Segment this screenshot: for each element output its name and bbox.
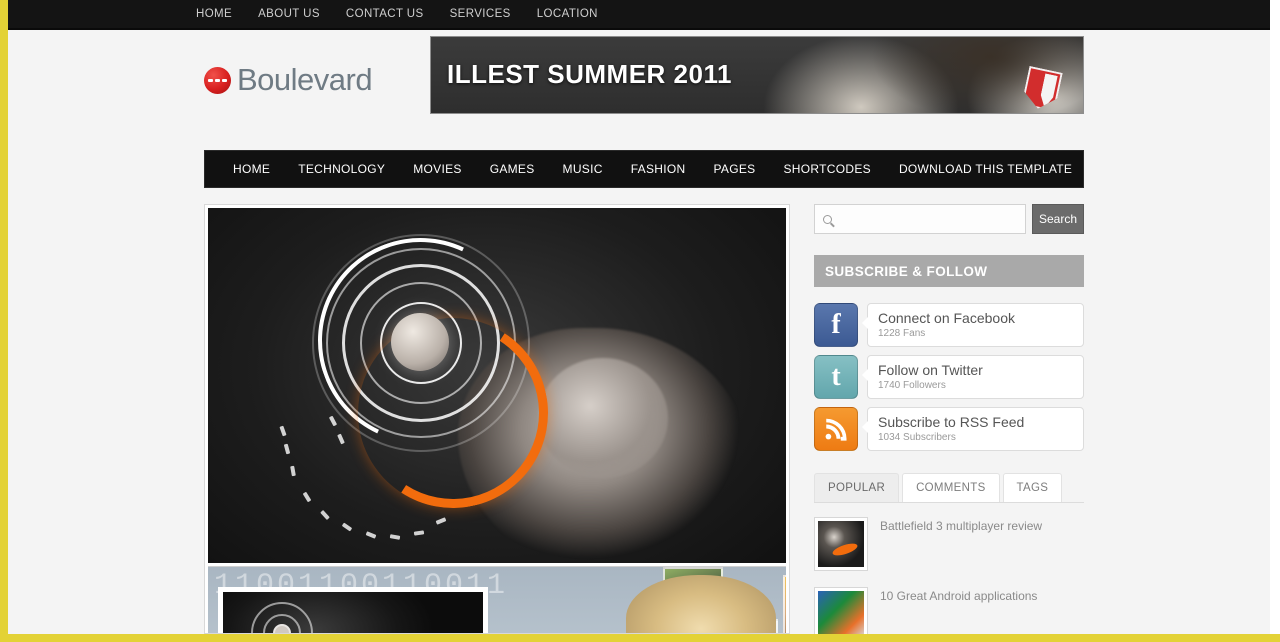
collage-photo-2 [783,575,786,633]
facebook-count: 1228 Fans [878,328,926,339]
featured-hero-image[interactable] [208,208,786,563]
nav-item-home[interactable]: HOME [219,162,284,176]
nav-item-download-this-template[interactable]: DOWNLOAD THIS TEMPLATE [885,162,1086,176]
topnav-item-about-us[interactable]: ABOUT US [258,8,320,20]
hud-tick-marks [268,415,488,553]
banner-headline: ILLEST SUMMER 2011 [447,59,732,89]
topnav-item-contact-us[interactable]: CONTACT US [346,8,424,20]
nav-item-technology[interactable]: TECHNOLOGY [284,162,399,176]
topnav-item-home[interactable]: HOME [196,8,232,20]
header-banner-ad[interactable]: ILLEST SUMMER 2011 [430,36,1084,114]
logo-mark-icon [204,66,231,94]
search-input[interactable] [838,212,1025,226]
search-button[interactable]: Search [1032,204,1084,234]
popular-posts-list: Battlefield 3 multiplayer review 10 Grea… [814,517,1084,634]
topnav-item-location[interactable]: LOCATION [537,8,598,20]
list-item[interactable]: 10 Great Android applications [814,587,1084,634]
nav-item-music[interactable]: MUSIC [549,162,617,176]
tab-comments[interactable]: COMMENTS [902,473,1000,502]
slider-inner-screenshot [218,587,488,633]
search-input-wrapper[interactable] [814,204,1026,234]
twitter-count: 1740 Followers [878,380,946,391]
twitter-glyph: t [831,361,841,392]
sidebar-tabs: POPULAR COMMENTS TAGS [814,473,1084,503]
collage-portrait [626,575,776,633]
site-header: Boulevard ILLEST SUMMER 2011 [8,34,1270,146]
rss-count: 1034 Subscribers [878,432,956,443]
palm-graphic [538,358,668,478]
social-item-facebook[interactable]: f Connect on Facebook 1228 Fans [814,303,1084,347]
logo-text: Boulevard [237,62,373,97]
nav-item-movies[interactable]: MOVIES [399,162,475,176]
sidebar: Search SUBSCRIBE & FOLLOW f Connect on F… [814,204,1084,634]
nav-item-fashion[interactable]: FASHION [617,162,700,176]
subscribe-widget-title: SUBSCRIBE & FOLLOW [814,255,1084,287]
rss-icon [814,407,858,451]
browser-viewport: HOME ABOUT US CONTACT US SERVICES LOCATI… [8,0,1270,634]
top-utility-bar: HOME ABOUT US CONTACT US SERVICES LOCATI… [8,0,1270,30]
nav-item-shortcodes[interactable]: SHORTCODES [769,162,884,176]
post-title[interactable]: Battlefield 3 multiplayer review [880,517,1042,535]
rss-title: Subscribe to RSS Feed [878,414,1025,430]
post-thumbnail [814,587,868,634]
nav-item-games[interactable]: GAMES [476,162,549,176]
top-nav-list: HOME ABOUT US CONTACT US SERVICES LOCATI… [196,0,598,28]
primary-navigation: HOME TECHNOLOGY MOVIES GAMES MUSIC FASHI… [204,150,1084,188]
topnav-item-services[interactable]: SERVICES [450,8,511,20]
twitter-icon: t [814,355,858,399]
list-item[interactable]: Battlefield 3 multiplayer review [814,517,1084,571]
post-title[interactable]: 10 Great Android applications [880,587,1037,605]
twitter-title: Follow on Twitter [878,362,983,378]
post-thumbnail [814,517,868,571]
vertical-scrollbar[interactable] [1270,0,1280,634]
tab-popular[interactable]: POPULAR [814,473,900,502]
twitter-body: Follow on Twitter 1740 Followers [862,355,1084,399]
hud-core-icon [391,313,449,371]
rss-body: Subscribe to RSS Feed 1034 Subscribers [862,407,1084,451]
facebook-glyph: f [831,309,841,340]
search-widget: Search [814,204,1084,234]
tab-tags[interactable]: TAGS [1002,473,1063,502]
main-content-panel: 11001100110011 0010 www.heritagechristia… [204,204,790,634]
search-icon [823,214,832,224]
nav-item-pages[interactable]: PAGES [700,162,770,176]
social-widget-list: f Connect on Facebook 1228 Fans t Follow… [814,303,1084,451]
facebook-body: Connect on Facebook 1228 Fans [862,303,1084,347]
banner-shield-icon [1021,66,1063,112]
facebook-title: Connect on Facebook [878,310,1015,326]
facebook-icon: f [814,303,858,347]
social-item-twitter[interactable]: t Follow on Twitter 1740 Followers [814,355,1084,399]
secondary-slider-image[interactable]: 11001100110011 0010 [208,566,786,633]
social-item-rss[interactable]: Subscribe to RSS Feed 1034 Subscribers [814,407,1084,451]
site-logo[interactable]: Boulevard [204,62,373,98]
